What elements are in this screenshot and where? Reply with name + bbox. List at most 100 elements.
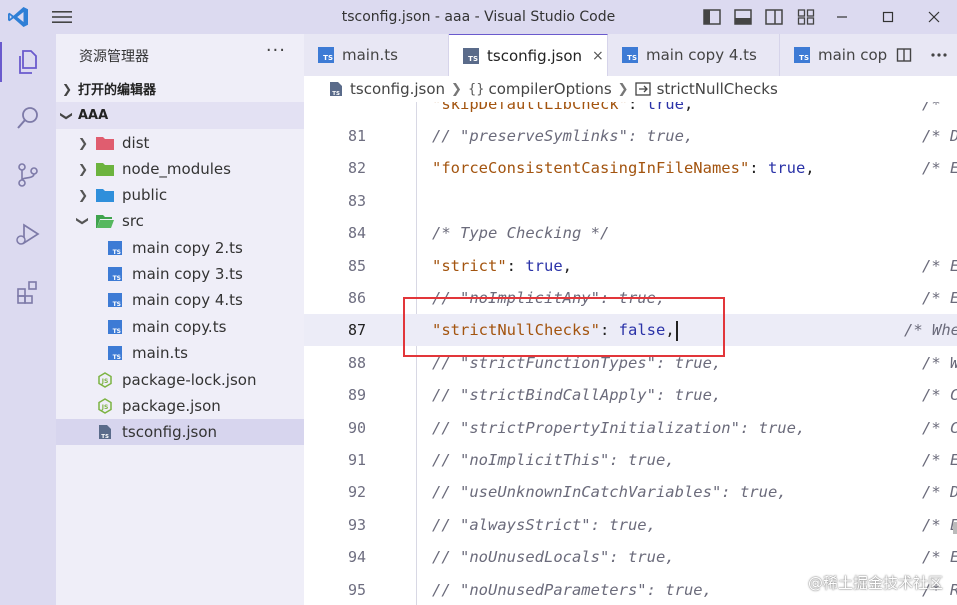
folder-src-icon (96, 213, 114, 229)
trailing-comment: /* D (922, 127, 957, 145)
breadcrumb-object[interactable]: compilerOptions (489, 80, 612, 98)
tsconfig-icon: TS (96, 424, 114, 440)
code-line[interactable]: 90 // "strictPropertyInitialization": tru… (304, 412, 957, 444)
tree-item-main[interactable]: TS main.ts (56, 340, 304, 366)
tree-item-public[interactable]: ❯ public (56, 182, 304, 208)
code-line[interactable]: 83 (304, 185, 957, 217)
run-debug-icon[interactable] (0, 206, 56, 262)
breadcrumb-property[interactable]: strictNullChecks (657, 80, 778, 98)
tree-item-main-copy-4[interactable]: TS main copy 4.ts (56, 287, 304, 313)
tree-item-main-copy-3[interactable]: TS main copy 3.ts (56, 261, 304, 287)
menu-icon[interactable] (52, 10, 72, 24)
tab-main-copy[interactable]: TS main cop (780, 34, 890, 76)
line-number: 91 (347, 451, 366, 469)
breadcrumb-file[interactable]: tsconfig.json (350, 80, 445, 98)
line-number: 88 (347, 353, 366, 372)
ts-file-icon: TS (106, 319, 124, 335)
chevron-right-icon: ❯ (77, 136, 89, 150)
code-line[interactable]: "skipDefaultLibCheck": true, /* (304, 102, 957, 120)
code-line[interactable]: 85 "strict": true, /* E (304, 250, 957, 282)
open-editors-section[interactable]: ❯ 打开的编辑器 (56, 75, 304, 102)
trailing-comment: /* E (922, 256, 957, 275)
tree-item-package[interactable]: JS package.json (56, 393, 304, 419)
tree-item-src[interactable]: ❯ src (56, 208, 304, 234)
code-line[interactable]: 93 // "alwaysStrict": true, /* E (304, 509, 957, 541)
search-icon[interactable] (0, 90, 56, 146)
code-line[interactable]: 84 /* Type Checking */ (304, 217, 957, 249)
line-number: 95 (347, 580, 366, 599)
chevron-right-icon: ❯ (77, 162, 89, 176)
open-editors-label: 打开的编辑器 (78, 83, 157, 98)
tree-item-dist[interactable]: ❯ dist (56, 130, 304, 156)
code-line[interactable]: 91 // "noImplicitThis": true, /* E (304, 444, 957, 476)
more-actions-icon[interactable]: ··· (266, 40, 286, 61)
tsconfig-icon: TS (330, 82, 342, 97)
vscode-logo-icon[interactable] (6, 5, 30, 29)
trailing-comment: /* D (922, 483, 957, 502)
ts-file-icon: TS (622, 47, 638, 63)
maximize-icon[interactable] (865, 0, 911, 34)
line-number: 82 (347, 159, 366, 178)
editor-tabs: TS main.ts TS tsconfig.json × TS main co… (304, 34, 957, 76)
tab-tsconfig-json[interactable]: TS tsconfig.json × (449, 34, 608, 76)
tree-item-tsconfig[interactable]: TS tsconfig.json (56, 419, 304, 445)
explorer-icon[interactable] (0, 34, 56, 90)
tab-label: main.ts (342, 46, 398, 64)
project-section[interactable]: ❯ AAA (56, 102, 304, 129)
tab-label: main copy 4.ts (646, 46, 757, 64)
tree-item-label: main copy 2.ts (132, 239, 243, 257)
property-symbol-icon (634, 82, 651, 96)
minimize-icon[interactable] (819, 0, 865, 34)
trailing-comment: /* Whe (904, 321, 957, 340)
line-number: 93 (347, 515, 366, 534)
node-json-icon: JS (96, 398, 114, 414)
code-text: "strict": true, (432, 256, 572, 275)
svg-text:TS: TS (113, 354, 121, 360)
tree-item-main-copy[interactable]: TS main copy.ts (56, 314, 304, 340)
customize-layout-icon[interactable] (796, 7, 816, 27)
close-icon[interactable] (911, 0, 957, 34)
ts-file-icon: TS (318, 47, 334, 63)
trailing-comment: /* C (922, 418, 957, 437)
code-text: // "noUnusedLocals": true, (432, 548, 675, 567)
code-line[interactable]: 92 // "useUnknownInCatchVariables": true,… (304, 476, 957, 508)
close-tab-icon[interactable]: × (592, 48, 604, 64)
editor-actions (887, 34, 957, 76)
trailing-comment: /* (922, 102, 950, 113)
code-text: /* Type Checking */ (432, 224, 610, 243)
explorer-sidebar: 资源管理器 ··· ❯ 打开的编辑器 ❯ AAA ❯ dist ❯ node_m… (56, 34, 304, 605)
tab-main-copy-4[interactable]: TS main copy 4.ts (608, 34, 780, 76)
tree-item-label: node_modules (122, 160, 231, 178)
line-number: 85 (347, 256, 366, 275)
folder-public-icon (96, 187, 114, 203)
tree-item-main-copy-2[interactable]: TS main copy 2.ts (56, 235, 304, 261)
trailing-comment: /* W (922, 353, 957, 372)
split-editor-icon[interactable] (896, 47, 912, 63)
tree-item-label: main copy 3.ts (132, 265, 243, 283)
tab-main-ts[interactable]: TS main.ts (304, 34, 449, 76)
code-text: // "alwaysStrict": true, (432, 515, 656, 534)
toggle-panel-icon[interactable] (733, 7, 753, 27)
code-line[interactable]: 89 // "strictBindCallApply": true, /* C (304, 379, 957, 411)
code-line[interactable]: 94 // "noUnusedLocals": true, /* E (304, 541, 957, 573)
tree-item-node-modules[interactable]: ❯ node_modules (56, 156, 304, 182)
more-actions-icon[interactable] (930, 52, 948, 58)
activity-bar (0, 34, 56, 605)
code-line[interactable]: 81 // "preserveSymlinks": true, /* D (304, 120, 957, 152)
source-control-icon[interactable] (0, 147, 56, 203)
toggle-primary-sidebar-icon[interactable] (702, 7, 722, 27)
tree-item-package-lock[interactable]: JS package-lock.json (56, 367, 304, 393)
trailing-comment: /* E (922, 515, 957, 534)
line-number: 94 (347, 548, 366, 567)
scrollbar-thumb[interactable] (953, 522, 957, 534)
line-number: 87 (347, 321, 366, 340)
ts-file-icon: TS (794, 47, 810, 63)
extensions-icon[interactable] (0, 264, 56, 320)
line-number: 89 (347, 386, 366, 405)
code-text: // "noUnusedParameters": true, (432, 580, 712, 599)
code-line[interactable]: 82 "forceConsistentCasingInFileNames": tr… (304, 152, 957, 184)
tab-label: main cop (818, 46, 888, 64)
trailing-comment: /* E (922, 548, 957, 567)
toggle-secondary-sidebar-icon[interactable] (764, 7, 784, 27)
tree-item-label: dist (122, 134, 150, 152)
